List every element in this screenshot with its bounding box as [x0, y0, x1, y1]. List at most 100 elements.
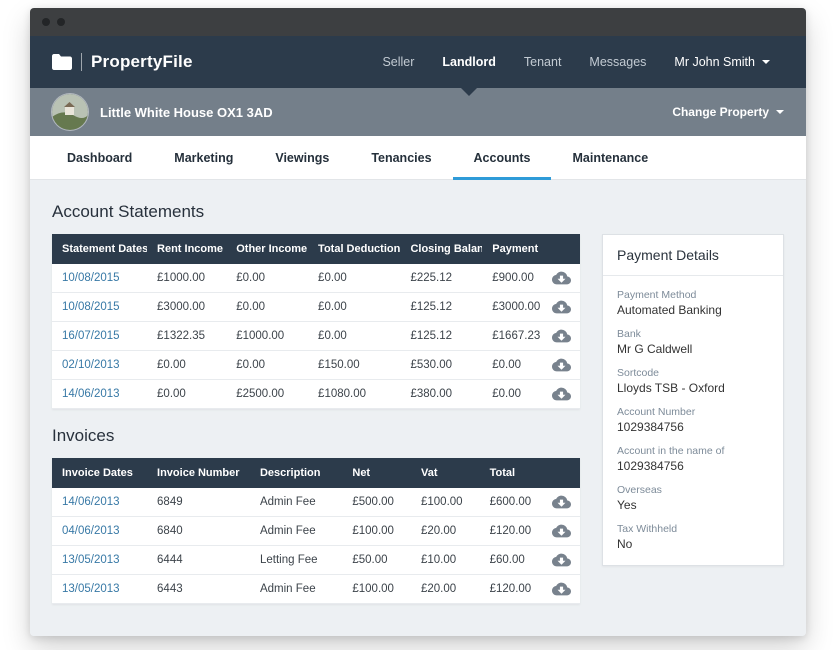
main-column: Account Statements Statement Dates Rent … [52, 194, 580, 618]
app-logo[interactable]: PropertyFile [52, 52, 193, 72]
cell-net: £100.00 [342, 575, 411, 604]
cell-closing-balance: £125.12 [400, 322, 482, 351]
window-control-dot[interactable] [57, 18, 65, 26]
statement-date-link[interactable]: 16/07/2015 [62, 330, 120, 342]
cloud-download-icon [552, 494, 571, 510]
field-label: Overseas [617, 484, 769, 496]
window-titlebar [30, 8, 806, 36]
cell-total-deductions: £0.00 [308, 264, 400, 293]
field-value: Lloyds TSB - Oxford [617, 381, 769, 395]
statement-date-link[interactable]: 14/06/2013 [62, 388, 120, 400]
cell-vat: £20.00 [411, 517, 480, 546]
app-logo-text: PropertyFile [91, 52, 193, 72]
invoice-date-link[interactable]: 14/06/2013 [62, 496, 120, 508]
cloud-download-icon [552, 270, 571, 286]
tab-viewings[interactable]: Viewings [254, 136, 350, 179]
app-header: PropertyFile Seller Landlord Tenant Mess… [30, 36, 806, 88]
tab-accounts[interactable]: Accounts [453, 136, 552, 179]
column-header: Description [250, 458, 342, 488]
column-header: Invoice Dates [52, 458, 147, 488]
user-menu[interactable]: Mr John Smith [660, 36, 784, 88]
statements-table: Statement Dates Rent Income Other Income… [52, 234, 580, 409]
column-header: Total [480, 458, 543, 488]
cell-payment: £0.00 [482, 351, 543, 380]
invoice-date-link[interactable]: 13/05/2013 [62, 583, 120, 595]
statement-date-link[interactable]: 02/10/2013 [62, 359, 120, 371]
download-invoice-button[interactable] [552, 494, 571, 510]
nav-item-landlord[interactable]: Landlord [428, 36, 509, 88]
table-row: 13/05/2013 6443 Admin Fee £100.00 £20.00… [52, 575, 580, 604]
tab-maintenance[interactable]: Maintenance [551, 136, 669, 179]
field-label: Tax Withheld [617, 523, 769, 535]
field-value: Yes [617, 498, 769, 512]
cell-description: Admin Fee [250, 575, 342, 604]
statement-date-link[interactable]: 10/08/2015 [62, 272, 120, 284]
cloud-download-icon [552, 328, 571, 344]
cell-other-income: £2500.00 [226, 380, 308, 409]
column-header: Vat [411, 458, 480, 488]
download-invoice-button[interactable] [552, 552, 571, 568]
chevron-down-icon [762, 60, 770, 64]
cell-description: Admin Fee [250, 488, 342, 517]
download-statement-button[interactable] [552, 270, 571, 286]
column-header: Other Income [226, 234, 308, 264]
nav-item-tenant[interactable]: Tenant [510, 36, 576, 88]
cloud-download-icon [552, 299, 571, 315]
column-header-download [543, 458, 580, 488]
property-address: Little White House OX1 3AD [100, 105, 273, 120]
cell-total-deductions: £0.00 [308, 293, 400, 322]
cell-vat: £100.00 [411, 488, 480, 517]
cell-other-income: £0.00 [226, 351, 308, 380]
invoices-table: Invoice Dates Invoice Number Description… [52, 458, 580, 604]
field-label: Account in the name of [617, 445, 769, 457]
download-invoice-button[interactable] [552, 523, 571, 539]
cell-payment: £0.00 [482, 380, 543, 409]
table-row: 04/06/2013 6840 Admin Fee £100.00 £20.00… [52, 517, 580, 546]
cell-rent-income: £0.00 [147, 351, 226, 380]
nav-item-seller[interactable]: Seller [368, 36, 428, 88]
invoice-date-link[interactable]: 13/05/2013 [62, 554, 120, 566]
cell-rent-income: £1322.35 [147, 322, 226, 351]
tab-tenancies[interactable]: Tenancies [350, 136, 452, 179]
content-area: Account Statements Statement Dates Rent … [30, 180, 806, 636]
table-row: 10/08/2015 £3000.00 £0.00 £0.00 £125.12 … [52, 293, 580, 322]
logo-divider [81, 53, 82, 71]
cell-date: 16/07/2015 [52, 322, 147, 351]
column-header: Invoice Number [147, 458, 250, 488]
cell-other-income: £1000.00 [226, 322, 308, 351]
tab-dashboard[interactable]: Dashboard [46, 136, 153, 179]
payment-details-card: Payment Details Payment Method Automated… [602, 234, 784, 566]
table-row: 13/05/2013 6444 Letting Fee £50.00 £10.0… [52, 546, 580, 575]
cell-date: 13/05/2013 [52, 575, 147, 604]
cell-rent-income: £3000.00 [147, 293, 226, 322]
cell-vat: £10.00 [411, 546, 480, 575]
cell-closing-balance: £125.12 [400, 293, 482, 322]
download-statement-button[interactable] [552, 386, 571, 402]
cloud-download-icon [552, 552, 571, 568]
table-row: 14/06/2013 6849 Admin Fee £500.00 £100.0… [52, 488, 580, 517]
field-value: Mr G Caldwell [617, 342, 769, 356]
cell-payment: £1667.23 [482, 322, 543, 351]
download-statement-button[interactable] [552, 299, 571, 315]
table-row: 02/10/2013 £0.00 £0.00 £150.00 £530.00 £… [52, 351, 580, 380]
cell-other-income: £0.00 [226, 293, 308, 322]
column-header-download [543, 234, 580, 264]
window-control-dot[interactable] [42, 18, 50, 26]
download-statement-button[interactable] [552, 328, 571, 344]
download-statement-button[interactable] [552, 357, 571, 373]
statement-date-link[interactable]: 10/08/2015 [62, 301, 120, 313]
column-header: Net [342, 458, 411, 488]
nav-item-messages[interactable]: Messages [575, 36, 660, 88]
invoice-date-link[interactable]: 04/06/2013 [62, 525, 120, 537]
change-property-button[interactable]: Change Property [672, 105, 784, 119]
download-invoice-button[interactable] [552, 581, 571, 597]
tab-marketing[interactable]: Marketing [153, 136, 254, 179]
cell-date: 14/06/2013 [52, 488, 147, 517]
cell-net: £500.00 [342, 488, 411, 517]
cloud-download-icon [552, 523, 571, 539]
cell-invoice-number: 6444 [147, 546, 250, 575]
cell-invoice-number: 6840 [147, 517, 250, 546]
chevron-down-icon [776, 110, 784, 114]
invoices-header-row: Invoice Dates Invoice Number Description… [52, 458, 580, 488]
column-header: Payment [482, 234, 543, 264]
